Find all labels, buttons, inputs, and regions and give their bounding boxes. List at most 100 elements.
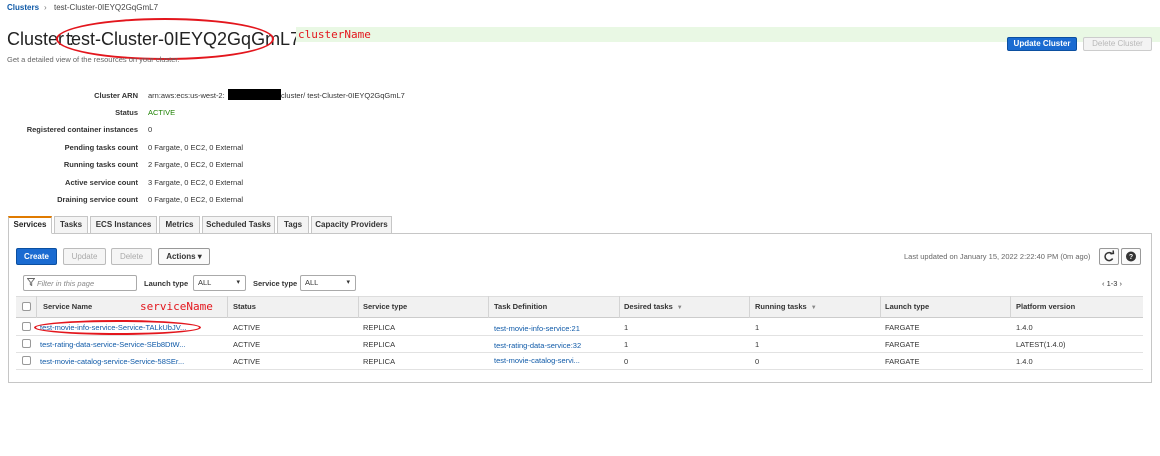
column-divider xyxy=(358,296,359,318)
task-definition-link[interactable]: test-movie-info-service:21 xyxy=(494,324,580,333)
column-divider xyxy=(749,296,750,318)
chevron-down-icon: ▾ xyxy=(236,279,240,286)
column-header-running-tasks-label: Running tasks xyxy=(755,302,807,311)
column-header-desired-tasks[interactable]: Desired tasks ▼ xyxy=(624,302,683,311)
update-service-button[interactable]: Update xyxy=(63,248,106,265)
detail-value-active-services: 3 Fargate, 0 EC2, 0 External xyxy=(148,178,244,187)
column-header-status[interactable]: Status xyxy=(233,302,256,311)
service-status: ACTIVE xyxy=(233,340,261,349)
row-checkbox[interactable] xyxy=(22,356,31,365)
service-name-highlight-ellipse xyxy=(34,320,201,335)
sort-down-icon: ▼ xyxy=(810,305,817,311)
row-divider xyxy=(16,352,1143,353)
service-type: REPLICA xyxy=(363,323,396,332)
update-cluster-button[interactable]: Update Cluster xyxy=(1007,37,1077,51)
tab-tags[interactable]: Tags xyxy=(277,216,309,234)
tab-scheduled-tasks[interactable]: Scheduled Tasks xyxy=(202,216,275,234)
page-subtitle: Get a detailed view of the resources on … xyxy=(7,55,180,64)
column-header-platform-version[interactable]: Platform version xyxy=(1016,302,1075,311)
launch-type-label: Launch type xyxy=(144,279,189,288)
detail-value-draining-services: 0 Fargate, 0 EC2, 0 External xyxy=(148,195,244,204)
select-all-checkbox[interactable] xyxy=(22,302,31,311)
chevron-down-icon: ▾ xyxy=(346,279,350,286)
pagination[interactable]: ‹ 1-3 › xyxy=(1102,279,1122,288)
column-header-launch-type[interactable]: Launch type xyxy=(885,302,929,311)
service-status: ACTIVE xyxy=(233,357,261,366)
filter-icon xyxy=(26,278,36,288)
row-checkbox[interactable] xyxy=(22,339,31,348)
detail-value-pending-tasks: 0 Fargate, 0 EC2, 0 External xyxy=(148,143,244,152)
row-divider xyxy=(16,369,1143,370)
detail-label-draining-services: Draining service count xyxy=(57,195,138,204)
column-header-desired-tasks-label: Desired tasks xyxy=(624,302,673,311)
redacted-account-id xyxy=(228,89,281,100)
launch-type: FARGATE xyxy=(885,323,920,332)
service-status: ACTIVE xyxy=(233,323,261,332)
desired-tasks: 0 xyxy=(624,357,629,366)
help-icon: ? xyxy=(1126,251,1136,262)
column-header-running-tasks[interactable]: Running tasks ▼ xyxy=(755,302,817,311)
detail-value-cluster-arn-prefix: arn:aws:ecs:us-west-2: xyxy=(148,91,225,100)
tab-capacity-providers[interactable]: Capacity Providers xyxy=(311,216,392,234)
column-header-service-type[interactable]: Service type xyxy=(363,302,407,311)
desired-tasks: 1 xyxy=(624,340,629,349)
detail-value-running-tasks: 2 Fargate, 0 EC2, 0 External xyxy=(148,160,244,169)
tab-ecs-instances[interactable]: ECS Instances xyxy=(90,216,157,234)
cluster-name-highlight-ellipse xyxy=(56,18,274,60)
last-updated-text: Last updated on January 15, 2022 2:22:40… xyxy=(904,252,1091,261)
detail-value-cluster-arn-suffix: cluster/ test-Cluster-0IEYQ2GqGmL7 xyxy=(281,91,405,100)
detail-label-active-services: Active service count xyxy=(65,178,138,187)
service-name-link[interactable]: test-rating-data-service-Service-SEb8DtW… xyxy=(40,340,185,349)
actions-dropdown-button[interactable]: Actions ▾ xyxy=(158,248,210,265)
cluster-name-annotation: clusterName xyxy=(298,28,371,41)
service-type-select[interactable]: ALL ▾ xyxy=(300,275,356,291)
platform-version: LATEST(1.4.0) xyxy=(1016,340,1066,349)
column-divider xyxy=(488,296,489,318)
platform-version: 1.4.0 xyxy=(1016,357,1033,366)
tab-services[interactable]: Services xyxy=(8,216,52,234)
row-divider xyxy=(16,335,1143,336)
service-type-selected-value: ALL xyxy=(305,278,319,287)
service-name-link[interactable]: test-movie-catalog-service-Service-58SEr… xyxy=(40,357,184,366)
column-divider xyxy=(227,296,228,318)
running-tasks: 1 xyxy=(755,323,760,332)
platform-version: 1.4.0 xyxy=(1016,323,1033,332)
running-tasks: 0 xyxy=(755,357,760,366)
column-divider xyxy=(36,296,37,318)
running-tasks: 1 xyxy=(755,340,760,349)
task-definition-link[interactable]: test-movie-catalog-servi... xyxy=(494,356,580,365)
column-divider xyxy=(1010,296,1011,318)
create-service-button[interactable]: Create xyxy=(16,248,57,265)
launch-type-select[interactable]: ALL ▾ xyxy=(193,275,246,291)
row-checkbox[interactable] xyxy=(22,322,31,331)
tab-metrics[interactable]: Metrics xyxy=(159,216,200,234)
breadcrumb-separator: › xyxy=(44,3,47,12)
filter-input-placeholder: Filter in this page xyxy=(37,279,95,288)
breadcrumb-clusters-link[interactable]: Clusters xyxy=(7,3,39,12)
refresh-icon xyxy=(1104,250,1115,262)
desired-tasks: 1 xyxy=(624,323,629,332)
refresh-button[interactable] xyxy=(1099,248,1119,265)
svg-text:?: ? xyxy=(1129,254,1133,261)
help-button[interactable]: ? xyxy=(1121,248,1141,265)
detail-label-status: Status xyxy=(115,108,138,117)
column-header-task-definition[interactable]: Task Definition xyxy=(494,302,547,311)
detail-label-running-tasks: Running tasks count xyxy=(63,160,138,169)
detail-label-pending-tasks: Pending tasks count xyxy=(64,143,138,152)
detail-label-registered-instances: Registered container instances xyxy=(26,125,138,134)
column-header-service-name[interactable]: Service Name xyxy=(43,302,92,311)
breadcrumb-current: test-Cluster-0IEYQ2GqGmL7 xyxy=(54,3,159,12)
task-definition-link[interactable]: test-rating-data-service:32 xyxy=(494,341,581,350)
delete-service-button[interactable]: Delete xyxy=(111,248,152,265)
tab-tasks[interactable]: Tasks xyxy=(54,216,88,234)
service-name-annotation: serviceName xyxy=(140,300,213,313)
service-type: REPLICA xyxy=(363,340,396,349)
detail-label-cluster-arn: Cluster ARN xyxy=(94,91,138,100)
detail-value-status: ACTIVE xyxy=(148,108,176,117)
service-type-label: Service type xyxy=(253,279,298,288)
detail-value-registered-instances: 0 xyxy=(148,125,153,134)
column-divider xyxy=(619,296,620,318)
delete-cluster-button[interactable]: Delete Cluster xyxy=(1083,37,1152,51)
service-type: REPLICA xyxy=(363,357,396,366)
launch-type: FARGATE xyxy=(885,357,920,366)
